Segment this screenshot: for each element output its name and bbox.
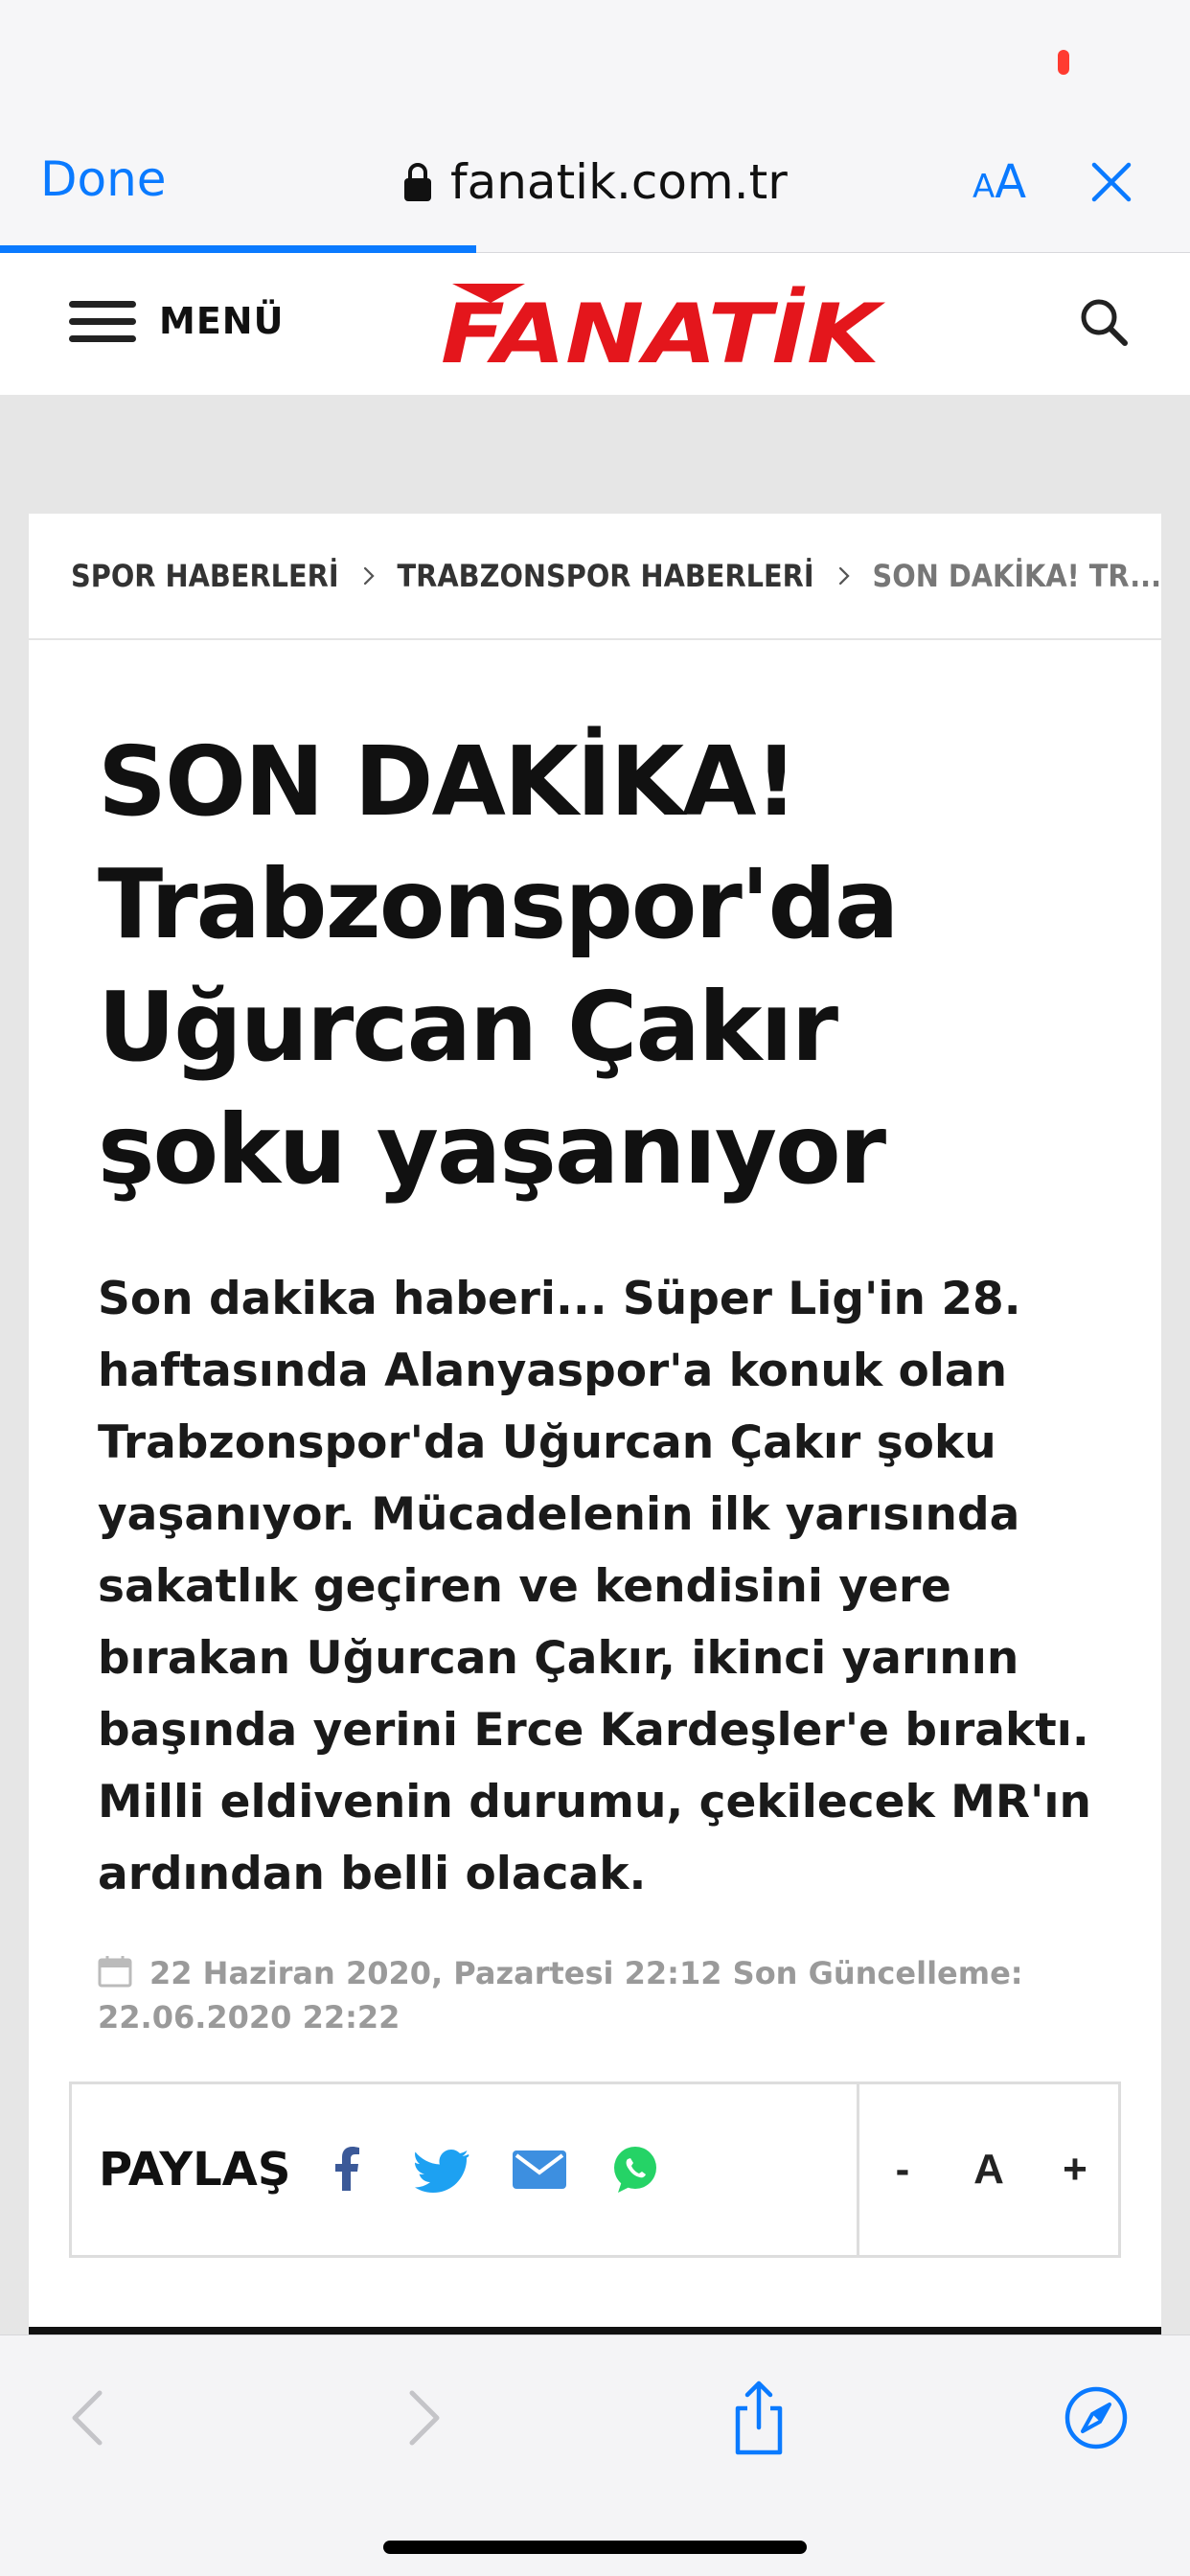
home-indicator xyxy=(383,2541,807,2554)
whatsapp-icon[interactable] xyxy=(606,2141,664,2198)
share-box: PAYLAŞ - A + xyxy=(69,2082,1121,2258)
mail-icon[interactable] xyxy=(511,2141,568,2198)
facebook-icon[interactable] xyxy=(319,2141,377,2198)
share-section: PAYLAŞ xyxy=(72,2084,859,2255)
hamburger-icon xyxy=(69,299,136,343)
recording-indicator xyxy=(1058,50,1069,75)
share-label: PAYLAŞ xyxy=(99,2143,291,2196)
back-icon[interactable] xyxy=(56,2380,125,2456)
font-decrease-button[interactable]: - xyxy=(874,2146,931,2194)
lock-icon xyxy=(404,163,431,201)
done-button[interactable]: Done xyxy=(40,151,167,207)
article-dateline: 22 Haziran 2020, Pazartesi 22:12 Son Gün… xyxy=(98,1951,1113,2039)
article-headline: SON DAKİKA! Trabzonspor'da Uğurcan Çakır… xyxy=(98,725,900,1206)
status-bar xyxy=(0,0,1190,134)
share-icon[interactable] xyxy=(724,2380,793,2456)
page-load-progress xyxy=(0,245,476,253)
article-spot: Son dakika haberi... Süper Lig'in 28. ha… xyxy=(98,1273,1091,1900)
dateline-text: 22 Haziran 2020, Pazartesi 22:12 Son Gün… xyxy=(98,1955,1023,2036)
breadcrumb: SPOR HABERLERİ TRABZONSPOR HABERLERİ SON… xyxy=(29,514,1161,640)
font-size-label: A xyxy=(973,2146,1004,2193)
font-increase-button[interactable]: + xyxy=(1046,2146,1104,2194)
breadcrumb-item-current: SON DAKİKA! TR... xyxy=(872,558,1161,594)
search-icon[interactable] xyxy=(1077,295,1131,349)
breadcrumb-item-spor[interactable]: SPOR HABERLERİ xyxy=(71,558,339,594)
fanatik-logo[interactable]: FANATİK xyxy=(433,276,887,376)
text-size-button[interactable]: AA xyxy=(973,155,1026,209)
close-icon[interactable] xyxy=(1088,159,1134,205)
chevron-right-icon xyxy=(363,566,375,586)
browser-toolbar xyxy=(0,2334,1190,2576)
url-text: fanatik.com.tr xyxy=(450,154,788,210)
chevron-right-icon xyxy=(838,566,850,586)
site-header: MENÜ FANATİK xyxy=(0,253,1190,395)
browser-url-bar: Done fanatik.com.tr AA xyxy=(0,134,1190,253)
logo-text: FANATİK xyxy=(441,286,885,376)
address-field[interactable]: fanatik.com.tr xyxy=(402,151,788,213)
forward-icon[interactable] xyxy=(387,2380,456,2456)
menu-label: MENÜ xyxy=(159,300,285,342)
font-size-controls: - A + xyxy=(859,2084,1118,2255)
breadcrumb-item-trabzonspor[interactable]: TRABZONSPOR HABERLERİ xyxy=(398,558,814,594)
calendar-icon xyxy=(98,1956,132,1988)
compass-icon[interactable] xyxy=(1062,2380,1131,2456)
article-card: SPOR HABERLERİ TRABZONSPOR HABERLERİ SON… xyxy=(29,514,1161,2334)
twitter-icon[interactable] xyxy=(415,2141,472,2198)
menu-button[interactable]: MENÜ xyxy=(69,299,284,343)
